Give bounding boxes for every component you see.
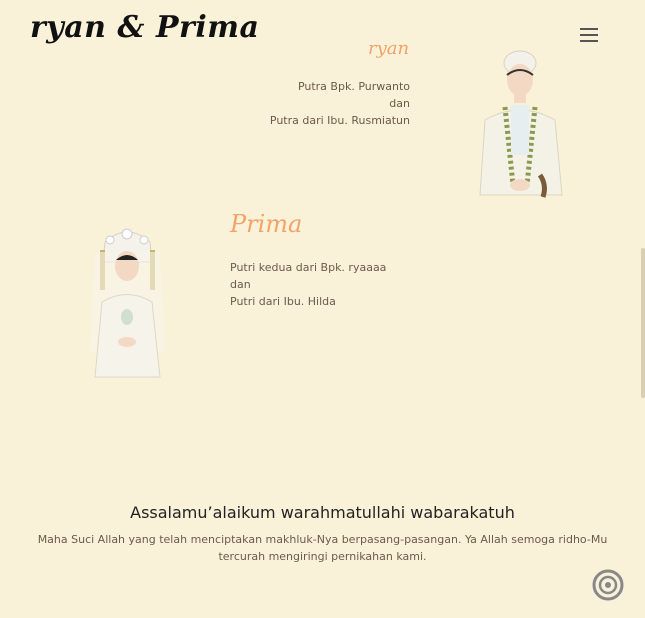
- bride-and: dan: [230, 278, 251, 291]
- groom-father-line: Putra Bpk. Purwanto: [297, 80, 410, 93]
- bride-mother-line: Putri dari Ibu. Hilda: [230, 295, 336, 308]
- verse-line-2: tercurah mengiringi pernikahan kami.: [218, 550, 427, 563]
- bride-name: Prima: [230, 210, 303, 238]
- verse-line-1: Maha Suci Allah yang telah menciptakan m…: [37, 533, 608, 546]
- music-disc-icon[interactable]: [592, 569, 624, 601]
- bride-father-line: Putri kedua dari Bpk. ryaaaa: [230, 261, 387, 274]
- bride-illustration: [90, 228, 165, 378]
- hamburger-menu-icon[interactable]: [580, 28, 598, 42]
- groom-parents: Putra Bpk. Purwanto dan Putra dari Ibu. …: [230, 78, 410, 129]
- scrollbar[interactable]: [641, 248, 645, 398]
- groom-illustration: [479, 50, 563, 198]
- groom-and: dan: [389, 97, 410, 110]
- brand-logo[interactable]: ryan & Prima: [30, 10, 259, 45]
- greeting-verse: Maha Suci Allah yang telah menciptakan m…: [20, 531, 625, 565]
- bride-parents: Putri kedua dari Bpk. ryaaaa dan Putri d…: [230, 259, 450, 310]
- greeting-title: Assalamu’alaikum warahmatullahi wabaraka…: [130, 503, 515, 522]
- groom-name: ryan: [368, 38, 410, 59]
- groom-mother-line: Putra dari Ibu. Rusmiatun: [269, 114, 410, 127]
